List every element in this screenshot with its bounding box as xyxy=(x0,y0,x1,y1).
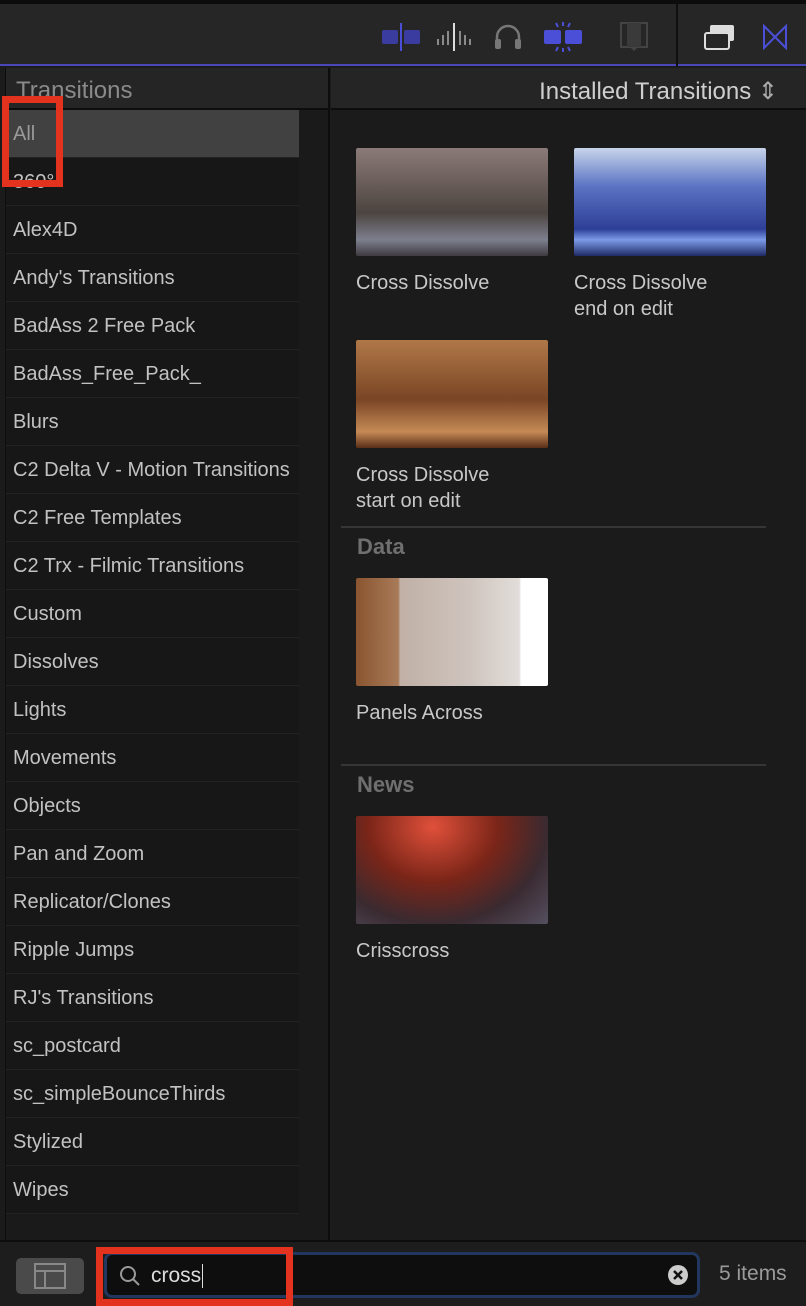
sidebar: Transitions All 360° Alex4D Andy's Transiti… xyxy=(5,68,330,1240)
sidebar-item[interactable]: Objects xyxy=(6,782,299,830)
filter-label: Installed Transitions xyxy=(539,78,752,105)
sidebar-item[interactable]: Movements xyxy=(6,734,299,782)
sidebar-layout-icon xyxy=(34,1263,66,1289)
sidebar-item[interactable]: C2 Trx - Filmic Transitions xyxy=(6,542,299,590)
sidebar-item[interactable]: Custom xyxy=(6,590,299,638)
window-layout-icon[interactable] xyxy=(704,22,736,52)
toolbar xyxy=(0,0,806,66)
sidebar-item[interactable]: BadAss 2 Free Pack xyxy=(6,302,299,350)
audio-waveform-icon[interactable] xyxy=(437,22,473,52)
headphones-icon[interactable] xyxy=(494,22,522,52)
highlight-box xyxy=(2,96,63,187)
transition-tile[interactable]: Panels Across xyxy=(356,578,548,726)
tile-label: Crisscross xyxy=(356,940,450,962)
section-divider xyxy=(341,526,766,528)
tile-label: Cross Dissolve start on edit xyxy=(356,464,490,512)
sidebar-item[interactable]: RJ's Transitions xyxy=(6,974,299,1022)
sidebar-item[interactable]: C2 Free Templates xyxy=(6,494,299,542)
tile-label: Cross Dissolve xyxy=(356,272,490,294)
transitions-browser-icon[interactable] xyxy=(762,22,788,52)
sidebar-item[interactable]: sc_postcard xyxy=(6,1022,299,1070)
transition-tile[interactable]: Crisscross xyxy=(356,816,548,964)
thumbnail xyxy=(356,340,548,448)
section-title: News xyxy=(357,772,415,797)
thumbnail xyxy=(356,578,548,686)
filmstrip-icon[interactable] xyxy=(620,22,648,52)
sidebar-item[interactable]: Blurs xyxy=(6,398,299,446)
sidebar-item[interactable]: Alex4D xyxy=(6,206,299,254)
sidebar-item[interactable]: Ripple Jumps xyxy=(6,926,299,974)
thumbnail xyxy=(356,148,548,256)
sidebar-item[interactable]: Andy's Transitions xyxy=(6,254,299,302)
updown-chevron-icon: ⇕ xyxy=(757,78,778,105)
browser-pane: Installed Transitions ⇕ Cross Dissolve C… xyxy=(331,68,806,1240)
tile-label: Cross Dissolve end on edit xyxy=(574,272,708,320)
sidebar-item[interactable]: Pan and Zoom xyxy=(6,830,299,878)
sidebar-item[interactable]: Stylized xyxy=(6,1118,299,1166)
sidebar-item[interactable]: Replicator/Clones xyxy=(6,878,299,926)
highlight-box xyxy=(96,1247,293,1306)
transition-tile[interactable]: Cross Dissolve end on edit xyxy=(574,148,766,322)
sidebar-item[interactable]: Dissolves xyxy=(6,638,299,686)
clear-search-icon[interactable] xyxy=(667,1264,689,1286)
category-list: All 360° Alex4D Andy's Transitions BadAss 2 … xyxy=(6,110,299,1214)
item-count: 5 items xyxy=(719,1262,787,1285)
sidebar-item[interactable]: C2 Delta V - Motion Transitions xyxy=(6,446,299,494)
section-title: Data xyxy=(357,534,405,559)
sidebar-item[interactable]: BadAss_Free_Pack_ xyxy=(6,350,299,398)
sidebar-toggle-button[interactable] xyxy=(16,1258,84,1294)
tile-label: Panels Across xyxy=(356,702,483,724)
thumbnail xyxy=(574,148,766,256)
sidebar-item[interactable]: sc_simpleBounceThirds xyxy=(6,1070,299,1118)
clip-connect-icon[interactable] xyxy=(382,22,420,52)
section-divider xyxy=(341,764,766,766)
thumbnail xyxy=(356,816,548,924)
filter-popup[interactable]: Installed Transitions ⇕ xyxy=(331,68,806,110)
snapping-icon[interactable] xyxy=(544,22,582,52)
sidebar-item[interactable]: Wipes xyxy=(6,1166,299,1214)
sidebar-item[interactable]: Lights xyxy=(6,686,299,734)
transition-tile[interactable]: Cross Dissolve start on edit xyxy=(356,340,548,514)
toolbar-divider xyxy=(676,4,678,66)
transition-tile[interactable]: Cross Dissolve xyxy=(356,148,548,296)
